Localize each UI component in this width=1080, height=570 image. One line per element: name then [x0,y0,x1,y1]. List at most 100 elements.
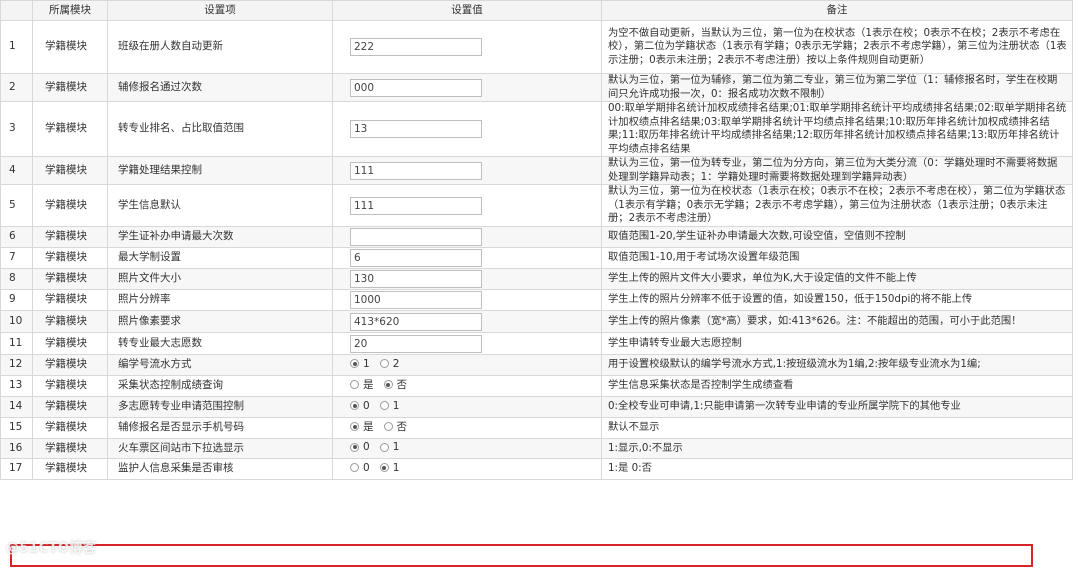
radio-option[interactable]: 1 [379,462,399,474]
radio-label: 否 [396,378,408,391]
row-setting-name: 辅修报名是否显示手机号码 [107,417,333,439]
row-index: 13 [0,375,33,397]
row-setting-name: 转专业最大志愿数 [107,332,333,355]
table-row: 14 学籍模块 多志愿转专业申请范围控制 0 1 0:全校专业可申请,1:只能申请第一次转… [0,396,1073,418]
radio-label: 1 [363,357,370,370]
row-index: 16 [0,438,33,459]
row-module: 学籍模块 [32,226,108,248]
table-row: 10 学籍模块 照片像素要求 413*620 学生上传的照片像素（宽*高）要求，如:41… [0,310,1073,333]
row-index: 15 [0,417,33,439]
row-setting-name: 监护人信息采集是否审核 [107,458,333,480]
table-row: 13 学籍模块 采集状态控制成绩查询是否学生信息采集状态是否控制学生成绩查看 [0,375,1073,397]
row-setting-name: 多志愿转专业申请范围控制 [107,396,333,418]
row-module: 学籍模块 [32,268,108,290]
radio-unchecked-icon[interactable] [379,442,389,452]
row-note: 为空不做自动更新，当默认为三位，第一位为在校状态（1表示在校；0表示不在校；2表… [601,20,1073,74]
table-row: 3 学籍模块 转专业排名、占比取值范围 13 00:取单学期排名统计加权成绩排名结果;0… [0,101,1073,157]
row-value-cell: 1000 [332,289,602,311]
radio-option[interactable]: 否 [383,421,407,433]
radio-unchecked-icon[interactable] [350,380,359,390]
row-module: 学籍模块 [32,458,108,480]
row-note: 学生上传的照片文件大小要求，单位为K,大于设定值的文件不能上传 [601,268,1073,290]
header-module: 所属模块 [32,0,108,21]
radio-label: 2 [392,357,400,370]
row-note: 取值范围1-10,用于考试场次设置年级范围 [601,247,1073,269]
row-setting-name: 转专业排名、占比取值范围 [107,101,333,157]
row-note: 0:全校专业可申请,1:只能申请第一次转专业申请的专业所属学院下的其他专业 [601,396,1073,418]
radio-option[interactable]: 0 [350,400,370,412]
setting-value-input[interactable]: 413*620 [350,312,482,331]
radio-label: 是 [363,420,374,433]
row-index: 12 [0,354,33,376]
radio-option[interactable]: 0 [350,462,370,474]
row-module: 学籍模块 [32,101,108,157]
radio-checked-icon[interactable] [350,422,359,432]
table-row: 6 学籍模块 学生证补办申请最大次数 取值范围1-20,学生证补办申请最大次数,可设空… [0,226,1073,248]
row-value-cell: 是否 [332,375,602,397]
radio-label: 0 [363,399,370,412]
row-note: 学生申请转专业最大志愿控制 [601,332,1073,355]
setting-value-input[interactable] [350,228,482,246]
radio-option[interactable]: 是 [350,421,374,433]
row-note: 默认为三位，第一位为在校状态（1表示在校；0表示不在校；2表示不考虑在校），第二… [601,184,1073,227]
setting-value-input[interactable]: 1000 [350,291,482,309]
row-note: 00:取单学期排名统计加权成绩排名结果;01:取单学期排名统计平均成绩排名结果;… [601,101,1073,157]
settings-table: 所属模块 设置项 设置值 备注 1 学籍模块 班级在册人数自动更新 222 为空不做自动… [0,0,1073,480]
radio-option[interactable]: 是 [350,379,374,391]
row-setting-name: 学生证补办申请最大次数 [107,226,333,248]
row-value-cell: 是否 [332,417,602,439]
radio-unchecked-icon[interactable] [379,401,389,411]
radio-option[interactable]: 否 [383,378,408,391]
table-row: 2 学籍模块 辅修报名通过次数 000 默认为三位，第一位为辅修，第二位为第二专业，第三… [0,73,1073,102]
radio-unchecked-icon[interactable] [350,463,359,473]
row-module: 学籍模块 [32,289,108,311]
radio-checked-icon[interactable] [350,442,359,452]
row-index: 4 [0,156,33,185]
row-index: 10 [0,310,33,333]
row-setting-name: 编学号流水方式 [107,354,333,376]
setting-value-input[interactable]: 222 [350,38,482,56]
radio-option[interactable]: 1 [379,441,399,453]
watermark: @51CTO博客 [6,541,97,556]
row-index: 1 [0,20,33,74]
radio-checked-icon[interactable] [379,463,389,473]
table-row: 1 学籍模块 班级在册人数自动更新 222 为空不做自动更新，当默认为三位，第一位为在校… [0,20,1073,74]
radio-label: 0 [363,461,370,474]
header-item: 设置项 [107,0,333,21]
setting-value-input[interactable]: 111 [350,161,482,180]
radio-checked-icon[interactable] [350,359,359,369]
row-index: 8 [0,268,33,290]
setting-value-input[interactable]: 20 [350,334,482,353]
radio-checked-icon[interactable] [383,380,393,390]
row-index: 2 [0,73,33,102]
radio-option[interactable]: 1 [350,358,370,370]
radio-label: 1 [392,399,400,412]
row-module: 学籍模块 [32,73,108,102]
setting-value-input[interactable]: 130 [350,270,482,288]
radio-label: 0 [363,441,370,454]
setting-value-input[interactable]: 13 [350,120,482,138]
row-index: 3 [0,101,33,157]
radio-option[interactable]: 1 [379,399,400,412]
row-value-cell [332,226,602,248]
row-value-cell: 13 [332,101,602,157]
row-module: 学籍模块 [32,20,108,74]
row-setting-name: 学籍处理结果控制 [107,156,333,185]
row-index: 5 [0,184,33,227]
radio-option[interactable]: 0 [350,441,370,453]
setting-value-input[interactable]: 6 [350,249,482,267]
setting-value-input[interactable]: 111 [350,196,482,215]
row-module: 学籍模块 [32,184,108,227]
radio-option[interactable]: 2 [379,357,400,370]
row-value-cell: 01 [332,438,602,459]
setting-value-input[interactable]: 000 [350,78,482,97]
row-setting-name: 学生信息默认 [107,184,333,227]
row-note: 学生上传的照片像素（宽*高）要求，如:413*626。注：不能超出的范围，可小于… [601,310,1073,333]
radio-checked-icon[interactable] [350,401,359,411]
radio-unchecked-icon[interactable] [383,422,393,432]
table-row: 7 学籍模块 最大学制设置 6 取值范围1-10,用于考试场次设置年级范围 [0,247,1073,269]
header-index [0,0,33,21]
row-index: 6 [0,226,33,248]
radio-unchecked-icon[interactable] [379,359,389,369]
row-note: 学生信息采集状态是否控制学生成绩查看 [601,375,1073,397]
